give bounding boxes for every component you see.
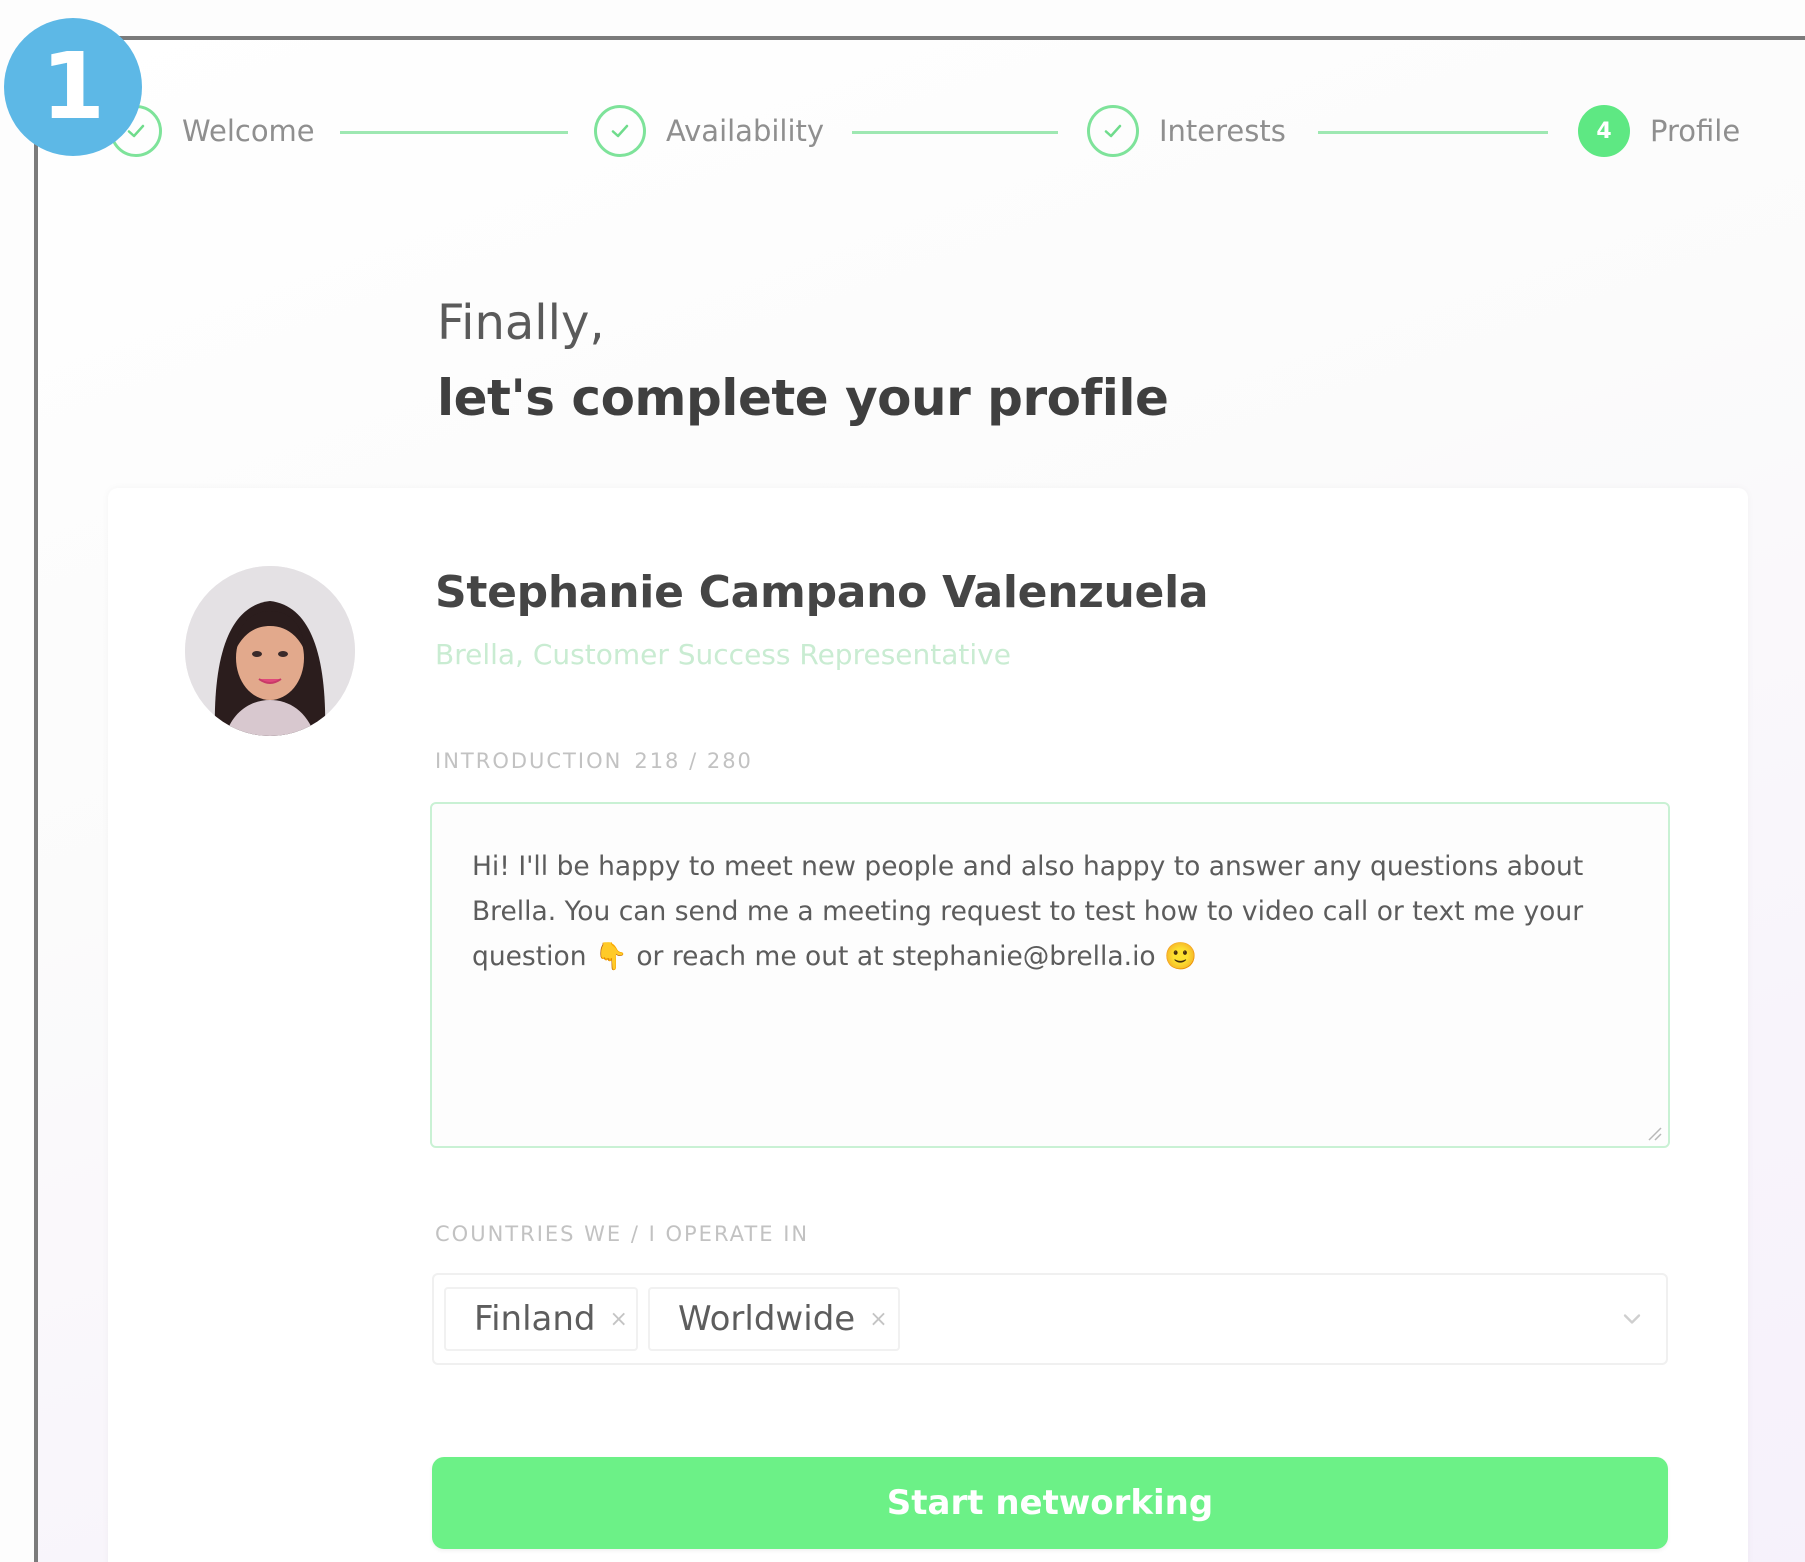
step-number-badge: 1 [4,18,142,156]
avatar [185,566,355,736]
resize-grip-icon[interactable] [1645,1124,1663,1142]
introduction-label: INTRODUCTION 218 / 280 [435,749,753,773]
countries-select[interactable]: Finland × Worldwide × [432,1273,1668,1365]
step-availability[interactable]: Availability [594,100,824,162]
step-welcome[interactable]: Welcome [110,100,315,162]
start-networking-button[interactable]: Start networking [432,1457,1668,1549]
profile-name: Stephanie Campano Valenzuela [435,567,1209,618]
step-label: Availability [666,114,825,148]
step-profile[interactable]: 4 Profile [1578,100,1740,162]
stepper-connector [1318,131,1548,134]
step-label: Interests [1159,114,1286,148]
stepper-connector [852,131,1058,134]
step-label: Welcome [182,114,315,148]
page-title: Finally, let's complete your profile [437,295,1169,427]
step-label: Profile [1650,114,1741,148]
chevron-down-icon[interactable] [1618,1305,1646,1333]
country-chip-label: Worldwide [678,1299,856,1339]
country-chip-label: Finland [474,1299,596,1339]
introduction-label-text: INTRODUCTION [435,749,623,773]
country-chip: Worldwide × [648,1287,900,1351]
step-interests[interactable]: Interests [1087,100,1286,162]
introduction-textarea[interactable]: Hi! I'll be happy to meet new people and… [430,802,1670,1148]
introduction-char-count: 218 / 280 [634,749,753,773]
countries-label: COUNTRIES WE / I OPERATE IN [435,1222,810,1246]
remove-chip-icon[interactable]: × [869,1307,887,1332]
page-title-line2: let's complete your profile [437,369,1169,427]
check-icon [594,105,646,157]
page-title-line1: Finally, [437,295,605,351]
step-number: 4 [1578,105,1630,157]
user-photo-icon [185,566,355,736]
stepper-connector [340,131,568,134]
onboarding-stepper: Welcome Availability Interests 4 Profile [0,100,1805,162]
profile-role: Brella, Customer Success Representative [435,638,1011,671]
check-icon [1087,105,1139,157]
country-chip: Finland × [444,1287,638,1351]
remove-chip-icon[interactable]: × [610,1307,628,1332]
page: 1 Welcome Availability Interests 4 Profi [0,0,1805,1562]
